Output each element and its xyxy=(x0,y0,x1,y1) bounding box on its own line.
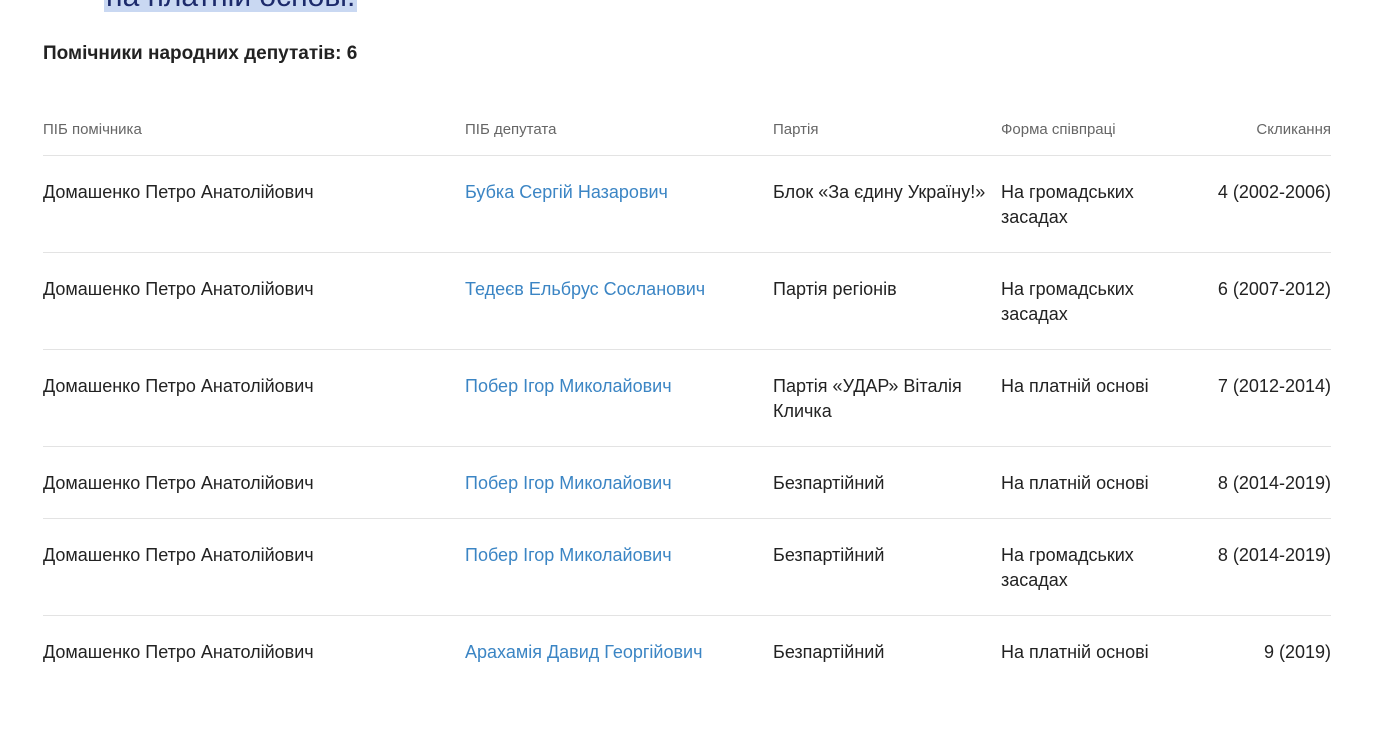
table-row: Домашенко Петро Анатолійович Побер Ігор … xyxy=(43,519,1331,616)
assistant-name: Домашенко Петро Анатолійович xyxy=(43,182,314,202)
party-name: Блок «За єдину Україну!» xyxy=(773,182,986,202)
cooperation-form: На платній основі xyxy=(1001,642,1149,662)
assistant-name: Домашенко Петро Анатолійович xyxy=(43,545,314,565)
convocation: 8 (2014-2019) xyxy=(1217,473,1331,493)
party-name: Безпартійний xyxy=(773,473,885,493)
assistant-name: Домашенко Петро Анатолійович xyxy=(43,642,314,662)
column-header-party: Партія xyxy=(773,121,819,138)
cooperation-form: На громадських засадах xyxy=(1001,182,1134,227)
table-row: Домашенко Петро Анатолійович Арахамія Да… xyxy=(43,616,1331,688)
deputy-link[interactable]: Побер Ігор Миколайович xyxy=(465,376,672,396)
deputy-link[interactable]: Тедеєв Ельбрус Сосланович xyxy=(465,279,705,299)
party-name: Партія «УДАР» Віталія Кличка xyxy=(773,376,962,421)
assistant-name: Домашенко Петро Анатолійович xyxy=(43,376,314,396)
cooperation-form: На платній основі xyxy=(1001,376,1149,396)
assistant-name: Домашенко Петро Анатолійович xyxy=(43,279,314,299)
column-header-cooperation: Форма співпраці xyxy=(1001,121,1116,138)
column-header-convocation: Скликання xyxy=(1256,121,1331,138)
convocation: 4 (2002-2006) xyxy=(1217,182,1331,202)
deputy-link[interactable]: Побер Ігор Миколайович xyxy=(465,473,672,493)
table-row: Домашенко Петро Анатолійович Побер Ігор … xyxy=(43,447,1331,519)
convocation: 6 (2007-2012) xyxy=(1217,279,1331,299)
convocation: 7 (2012-2014) xyxy=(1217,376,1331,396)
assistant-name: Домашенко Петро Анатолійович xyxy=(43,473,314,493)
deputy-link[interactable]: Бубка Сергій Назарович xyxy=(465,182,668,202)
section-title: Помічники народних депутатів: 6 xyxy=(43,43,358,64)
party-name: Безпартійний xyxy=(773,642,885,662)
cooperation-form: На громадських засадах xyxy=(1001,545,1134,590)
cooperation-form: На платній основі xyxy=(1001,473,1149,493)
assistants-table: ПІБ помічника ПІБ депутата Партія Форма … xyxy=(43,104,1331,688)
column-header-deputy: ПІБ депутата xyxy=(465,121,557,138)
deputy-link[interactable]: Побер Ігор Миколайович xyxy=(465,545,672,565)
table-row: Домашенко Петро Анатолійович Тедеєв Ельб… xyxy=(43,253,1331,350)
party-name: Безпартійний xyxy=(773,545,885,565)
table-row: Домашенко Петро Анатолійович Бубка Сергі… xyxy=(43,156,1331,253)
convocation: 8 (2014-2019) xyxy=(1217,545,1331,565)
cooperation-form: На громадських засадах xyxy=(1001,279,1134,324)
party-name: Партія регіонів xyxy=(773,279,897,299)
deputy-link[interactable]: Арахамія Давид Георгійович xyxy=(465,642,702,662)
table-header: ПІБ помічника ПІБ депутата Партія Форма … xyxy=(43,104,1331,156)
convocation: 9 (2019) xyxy=(1263,642,1331,662)
highlighted-text-snippet: на платній основі. xyxy=(104,0,358,12)
table-row: Домашенко Петро Анатолійович Побер Ігор … xyxy=(43,350,1331,447)
column-header-assistant: ПІБ помічника xyxy=(43,121,142,138)
